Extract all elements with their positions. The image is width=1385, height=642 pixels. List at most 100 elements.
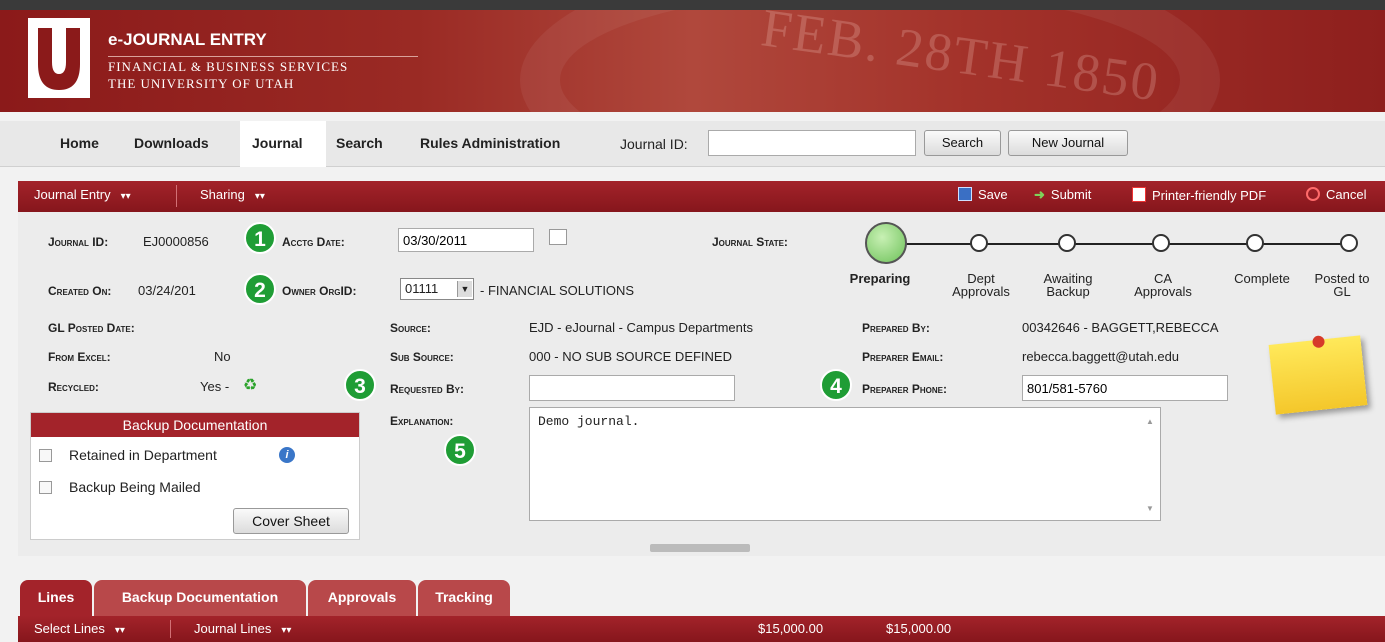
cancel-button[interactable]: Cancel bbox=[1306, 187, 1366, 202]
state-ca-approvals-indicator bbox=[1152, 234, 1170, 252]
recycled-value: Yes - bbox=[200, 379, 230, 394]
gl-posted-date-label: GL Posted Date: bbox=[48, 321, 135, 335]
state-connector bbox=[985, 243, 1059, 245]
sub-source-value: 000 - NO SUB SOURCE DEFINED bbox=[529, 349, 732, 364]
state-label-line2: Approvals bbox=[1134, 284, 1192, 299]
state-label-awaiting: Awaiting Backup bbox=[1026, 272, 1110, 298]
search-button[interactable]: Search bbox=[924, 130, 1001, 156]
state-connector bbox=[1071, 243, 1153, 245]
owner-orgid-select[interactable]: 01111 ▼ bbox=[400, 278, 474, 300]
state-awaiting-backup-indicator bbox=[1058, 234, 1076, 252]
app-subtitle-univ: THE UNIVERSITY OF UTAH bbox=[108, 76, 295, 91]
cancel-icon bbox=[1306, 187, 1320, 201]
pdf-icon bbox=[1132, 187, 1146, 202]
preparer-phone-label: Preparer Phone: bbox=[862, 382, 947, 396]
app-title: e-JOURNAL ENTRY bbox=[108, 30, 267, 49]
owner-orgid-value: 01111 bbox=[405, 281, 439, 296]
nav-downloads[interactable]: Downloads bbox=[134, 135, 209, 151]
nav-search[interactable]: Search bbox=[336, 135, 383, 151]
tab-approvals[interactable]: Approvals bbox=[308, 580, 416, 616]
journal-lines-menu[interactable]: Journal Lines ▾▾ bbox=[194, 621, 291, 636]
toolbar-divider bbox=[170, 620, 171, 638]
preparer-email-value: rebecca.baggett@utah.edu bbox=[1022, 349, 1180, 364]
lines-toolbar: Select Lines ▾▾ Journal Lines ▾▾ $15,000.0… bbox=[18, 616, 1385, 642]
journal-toolbar: Journal Entry ▾▾ Sharing ▾▾ Save ➜ Submit P… bbox=[18, 181, 1385, 212]
backup-documentation-title: Backup Documentation bbox=[31, 413, 359, 437]
state-label-preparing: Preparing bbox=[849, 271, 911, 286]
journal-id-search-input[interactable] bbox=[708, 130, 916, 156]
explanation-textarea[interactable]: Demo journal. bbox=[529, 407, 1161, 521]
splitter-handle[interactable] bbox=[650, 544, 750, 552]
sub-source-label: Sub Source: bbox=[390, 350, 454, 364]
state-connector bbox=[905, 243, 973, 245]
callout-marker-1: 1 bbox=[244, 222, 276, 254]
owner-org-name: - FINANCIAL SOLUTIONS bbox=[480, 283, 635, 298]
requested-by-label: Requested By: bbox=[390, 382, 465, 396]
state-complete-indicator bbox=[1246, 234, 1264, 252]
select-lines-label: Select Lines bbox=[34, 621, 105, 636]
explanation-label: Explanation: bbox=[390, 414, 454, 428]
created-on-value: 03/24/201 bbox=[138, 283, 196, 298]
submit-button[interactable]: ➜ Submit bbox=[1034, 187, 1091, 203]
state-posted-indicator bbox=[1340, 234, 1358, 252]
chevron-down-icon: ▾▾ bbox=[254, 191, 265, 202]
journal-id-search-label: Journal ID: bbox=[620, 136, 688, 152]
tab-backup-documentation[interactable]: Backup Documentation bbox=[94, 580, 306, 616]
state-label-line2: Approvals bbox=[952, 284, 1010, 299]
prepared-by-value: 00342646 - BAGGETT,REBECCA bbox=[1022, 320, 1219, 335]
save-label: Save bbox=[978, 187, 1008, 202]
owner-orgid-label: Owner OrgID: bbox=[282, 284, 357, 298]
main-nav: Home Downloads Journal Search Rules Admi… bbox=[0, 121, 1385, 167]
chevron-down-icon: ▾▾ bbox=[114, 625, 125, 636]
requested-by-input[interactable] bbox=[529, 375, 735, 401]
created-on-label: Created On: bbox=[48, 284, 112, 298]
chevron-down-icon: ▾▾ bbox=[120, 191, 131, 202]
callout-marker-4: 4 bbox=[820, 369, 852, 401]
toolbar-divider bbox=[176, 185, 177, 207]
callout-marker-2: 2 bbox=[244, 273, 276, 305]
save-button[interactable]: Save bbox=[958, 187, 1008, 202]
tab-tracking[interactable]: Tracking bbox=[418, 580, 510, 616]
nav-journal[interactable]: Journal bbox=[252, 135, 303, 151]
acctg-date-label: Acctg Date: bbox=[282, 235, 345, 249]
tab-lines[interactable]: Lines bbox=[20, 580, 92, 616]
calendar-icon[interactable] bbox=[549, 229, 567, 245]
nav-rules-administration[interactable]: Rules Administration bbox=[420, 135, 560, 151]
source-label: Source: bbox=[390, 321, 431, 335]
sharing-label: Sharing bbox=[200, 187, 245, 202]
callout-marker-5: 5 bbox=[444, 434, 476, 466]
scroll-up-icon[interactable]: ▲ bbox=[1146, 417, 1154, 426]
printer-pdf-button[interactable]: Printer-friendly PDF bbox=[1132, 187, 1266, 203]
state-label-ca: CA Approvals bbox=[1118, 272, 1208, 298]
sticky-note-icon[interactable] bbox=[1268, 335, 1368, 415]
state-label-dept: Dept Approvals bbox=[940, 272, 1022, 298]
preparer-phone-input[interactable] bbox=[1022, 375, 1228, 401]
university-u-logo bbox=[28, 18, 90, 98]
app-header: FEB. 28TH 1850 e-JOURNAL ENTRY FINANCIAL… bbox=[0, 10, 1385, 112]
submit-icon: ➜ bbox=[1034, 187, 1045, 202]
journal-id-label: Journal ID: bbox=[48, 235, 109, 249]
nav-home[interactable]: Home bbox=[60, 135, 99, 151]
state-label-line2: Backup bbox=[1046, 284, 1090, 299]
preparer-email-label: Preparer Email: bbox=[862, 350, 944, 364]
retained-in-department-checkbox[interactable] bbox=[39, 449, 52, 462]
journal-lines-label: Journal Lines bbox=[194, 621, 272, 636]
debit-total: $15,000.00 bbox=[758, 621, 824, 636]
chevron-down-icon: ▾▾ bbox=[281, 625, 292, 636]
sharing-menu[interactable]: Sharing ▾▾ bbox=[200, 187, 265, 202]
journal-entry-label: Journal Entry bbox=[34, 187, 111, 202]
backup-documentation-box: Backup Documentation Retained in Departm… bbox=[30, 412, 360, 540]
source-value: EJD - eJournal - Campus Departments bbox=[529, 320, 753, 335]
backup-being-mailed-checkbox[interactable] bbox=[39, 481, 52, 494]
acctg-date-input[interactable] bbox=[398, 228, 534, 252]
retained-in-department-label: Retained in Department bbox=[69, 447, 217, 463]
scroll-down-icon[interactable]: ▼ bbox=[1146, 504, 1154, 513]
recycled-label: Recycled: bbox=[48, 380, 99, 394]
top-strip bbox=[0, 0, 1385, 10]
cover-sheet-button[interactable]: Cover Sheet bbox=[233, 508, 349, 534]
select-lines-menu[interactable]: Select Lines ▾▾ bbox=[34, 621, 125, 636]
new-journal-button[interactable]: New Journal bbox=[1008, 130, 1128, 156]
info-icon[interactable]: i bbox=[279, 447, 295, 463]
journal-id-value: EJ0000856 bbox=[143, 234, 209, 249]
journal-entry-menu[interactable]: Journal Entry ▾▾ bbox=[34, 187, 131, 202]
